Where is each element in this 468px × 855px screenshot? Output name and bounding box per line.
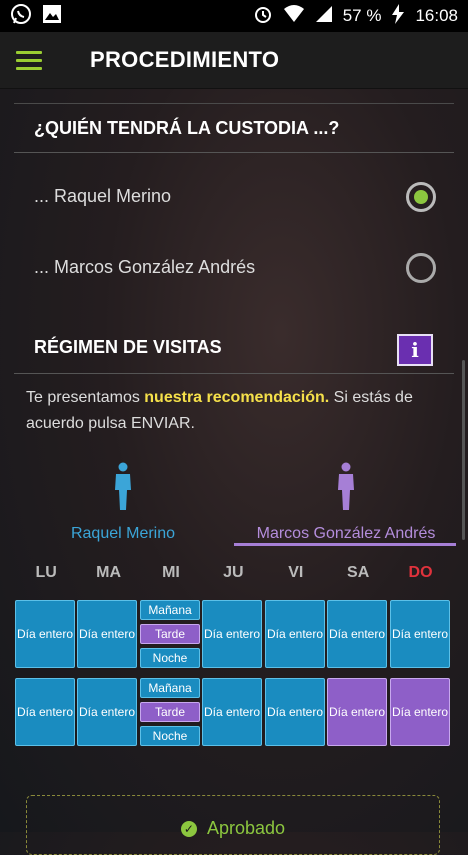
cal-cell-split: Mañana Tarde Noche [140, 678, 200, 746]
cal-cell[interactable]: Día entero [77, 678, 137, 746]
cal-cell[interactable]: Día entero [390, 678, 450, 746]
custody-heading: ¿QUIÉN TENDRÁ LA CUSTODIA ...? [34, 118, 340, 138]
calendar-week-1: Día entero Día entero Mañana Tarde Noche… [15, 600, 452, 670]
radio-selected[interactable] [406, 182, 436, 212]
day-fri: VI [288, 564, 304, 581]
option-label: ... Marcos González Andrés [34, 257, 256, 277]
cal-morning[interactable]: Mañana [140, 678, 200, 698]
app-bar: PROCEDIMIENTO [0, 32, 468, 89]
cal-cell[interactable]: Día entero [265, 600, 325, 668]
custody-option-raquel[interactable]: ... Raquel Merino [0, 174, 468, 224]
option-label: ... Raquel Merino [34, 186, 172, 206]
cal-night[interactable]: Noche [140, 648, 200, 668]
cal-cell[interactable]: Día entero [327, 600, 387, 668]
person-tab-raquel[interactable]: Raquel Merino [55, 462, 191, 543]
signal-icon [315, 5, 333, 28]
cal-cell[interactable]: Día entero [202, 678, 262, 746]
day-wed: MI [162, 564, 180, 581]
weekday-header: LU MA MI JU VI SA DO [15, 564, 452, 582]
alarm-icon [253, 4, 273, 29]
person-tab-marcos[interactable]: Marcos González Andrés [236, 462, 456, 543]
battery-percent: 57 % [342, 6, 382, 25]
charging-icon [391, 3, 405, 29]
cal-night[interactable]: Noche [140, 726, 200, 746]
cal-cell[interactable]: Día entero [15, 600, 75, 668]
divider [14, 373, 454, 374]
divider [14, 152, 454, 153]
info-button[interactable]: i [397, 334, 433, 366]
cal-cell[interactable]: Día entero [15, 678, 75, 746]
cal-afternoon[interactable]: Tarde [140, 624, 200, 644]
recommendation-highlight: nuestra recomendación. [144, 389, 330, 406]
day-sun: DO [408, 564, 433, 581]
day-tue: MA [96, 564, 122, 581]
clock: 16:08 [415, 6, 458, 25]
visits-heading: RÉGIMEN DE VISITAS [34, 337, 222, 357]
page-title: PROCEDIMIENTO [90, 47, 280, 72]
person-label: Raquel Merino [70, 525, 176, 542]
cal-cell[interactable]: Día entero [77, 600, 137, 668]
person-icon [338, 462, 354, 510]
approved-label: Aprobado [206, 818, 286, 838]
active-tab-indicator [234, 543, 456, 546]
image-icon [42, 4, 62, 29]
cal-morning[interactable]: Mañana [140, 600, 200, 620]
status-bar: 57 % 16:08 [0, 0, 468, 32]
cal-cell-split: Mañana Tarde Noche [140, 600, 200, 668]
cal-afternoon[interactable]: Tarde [140, 702, 200, 722]
day-sat: SA [347, 564, 370, 581]
divider [14, 103, 454, 104]
day-mon: LU [35, 564, 57, 581]
day-thu: JU [223, 564, 244, 581]
cal-cell[interactable]: Día entero [202, 600, 262, 668]
custody-option-marcos[interactable]: ... Marcos González Andrés [0, 245, 468, 295]
cal-cell[interactable]: Día entero [390, 600, 450, 668]
calendar-week-2: Día entero Día entero Mañana Tarde Noche… [15, 678, 452, 748]
cal-cell[interactable]: Día entero [327, 678, 387, 746]
whatsapp-icon [10, 3, 32, 30]
menu-icon[interactable] [16, 50, 42, 70]
person-label: Marcos González Andrés [256, 525, 436, 542]
person-icon [115, 462, 131, 510]
approved-box: ✓ Aprobado [26, 795, 440, 855]
cal-cell[interactable]: Día entero [265, 678, 325, 746]
check-icon: ✓ [180, 821, 197, 838]
wifi-icon [283, 4, 305, 28]
radio-unselected[interactable] [406, 253, 436, 283]
recommendation-text: Te presentamos nuestra recomendación. Si… [26, 389, 413, 432]
scrollbar[interactable] [462, 360, 465, 540]
